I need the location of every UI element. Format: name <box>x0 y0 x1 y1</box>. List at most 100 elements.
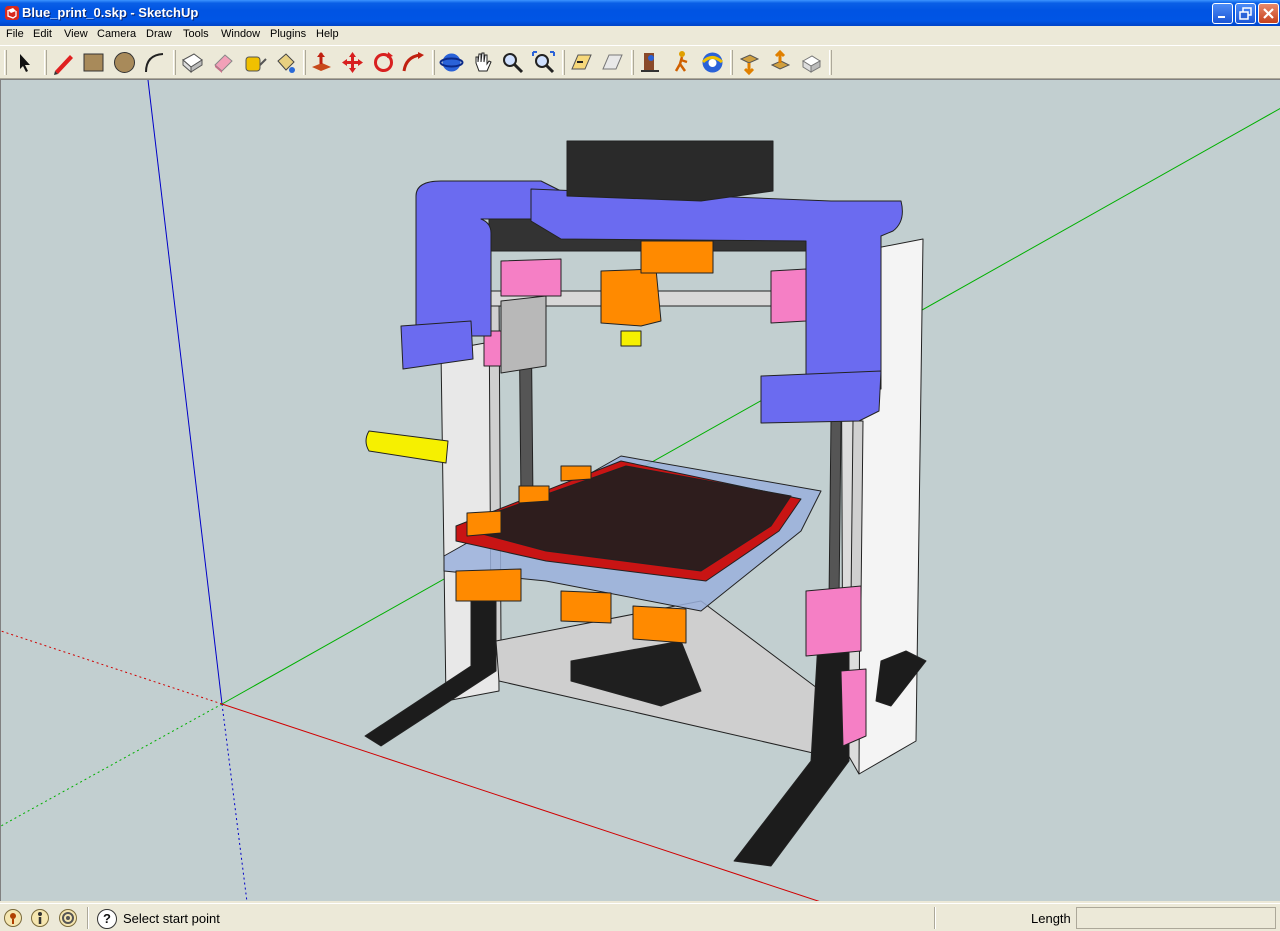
geo-location-status-button[interactable] <box>4 909 22 927</box>
orange-clip-2 <box>518 485 550 504</box>
get-models-button[interactable] <box>736 49 763 76</box>
user-icon <box>62 912 74 924</box>
look-around-button[interactable] <box>699 49 726 76</box>
blue-duct-top <box>530 188 903 392</box>
printer-model[interactable] <box>364 140 927 867</box>
menu-help[interactable]: Help <box>316 28 339 40</box>
help-icon[interactable]: ? <box>97 909 117 929</box>
silver-bracket <box>500 295 547 374</box>
move-icon <box>342 52 363 73</box>
orange-clip-1 <box>466 510 502 537</box>
share-model-button[interactable] <box>767 49 794 76</box>
minimize-button[interactable] <box>1212 3 1233 24</box>
orbit-icon <box>439 53 464 72</box>
paint-bucket-tool-button[interactable] <box>272 49 299 76</box>
rotate-icon <box>374 52 393 72</box>
rotate-tool-button[interactable] <box>370 49 397 76</box>
walk-tool-button[interactable] <box>668 49 695 76</box>
pan-icon <box>475 52 492 72</box>
blue-duct-right-outlet <box>760 370 882 424</box>
menu-draw[interactable]: Draw <box>146 28 172 40</box>
eraser-icon <box>214 54 233 73</box>
orbit-tool-button[interactable] <box>438 49 465 76</box>
orange-clip-3 <box>560 465 592 482</box>
menu-file[interactable]: File <box>6 28 24 40</box>
geo-location-icon <box>10 913 16 924</box>
window-title: Blue_print_0.skp - SketchUp <box>22 5 199 20</box>
push-pull-icon <box>312 52 331 71</box>
toolbar-grip[interactable] <box>173 50 176 75</box>
position-camera-button[interactable] <box>637 49 664 76</box>
share-component-icon <box>802 55 821 73</box>
model-canvas[interactable] <box>1 80 1280 901</box>
toolbar-grip[interactable] <box>562 50 565 75</box>
toolbar-grip[interactable] <box>432 50 435 75</box>
green-axis-negative <box>1 703 223 827</box>
menu-plugins[interactable]: Plugins <box>270 28 306 40</box>
right-rod <box>850 420 864 602</box>
model-viewport[interactable] <box>0 79 1280 901</box>
user-status-button[interactable] <box>59 909 77 927</box>
tape-measure-icon <box>245 56 267 72</box>
share-component-button[interactable] <box>798 49 825 76</box>
menu-bar: File Edit View Camera Draw Tools Window … <box>0 26 1280 45</box>
select-tool-button[interactable] <box>11 49 38 76</box>
tape-measure-tool-button[interactable] <box>241 49 268 76</box>
pencil-tool-button[interactable] <box>50 49 77 76</box>
credits-status-button[interactable] <box>31 909 49 927</box>
length-input[interactable] <box>1076 907 1276 929</box>
pencil-icon <box>54 55 73 75</box>
pink-bed-mount <box>805 585 862 657</box>
zoom-icon <box>503 53 524 74</box>
make-component-button[interactable] <box>179 49 206 76</box>
arc-tool-button[interactable] <box>141 49 168 76</box>
menu-tools[interactable]: Tools <box>183 28 209 40</box>
toolbar-grip[interactable] <box>829 50 832 75</box>
orange-bearing-3 <box>632 605 687 644</box>
circle-tool-button[interactable] <box>111 49 138 76</box>
status-hint-text: Select start point <box>123 911 220 926</box>
menu-window[interactable]: Window <box>221 28 260 40</box>
toolbar-grip[interactable] <box>303 50 306 75</box>
orange-bearing-2 <box>560 590 612 624</box>
rectangle-icon <box>83 53 104 72</box>
previous-view-icon <box>571 54 592 70</box>
menu-camera[interactable]: Camera <box>97 28 136 40</box>
left-foot <box>364 600 497 747</box>
follow-me-tool-button[interactable] <box>400 49 427 76</box>
close-button[interactable] <box>1258 3 1279 24</box>
hotend <box>620 330 642 347</box>
rectangle-tool-button[interactable] <box>80 49 107 76</box>
arc-icon <box>145 53 164 73</box>
extruder-carriage <box>600 268 662 327</box>
toolbar-grip[interactable] <box>631 50 634 75</box>
move-tool-button[interactable] <box>339 49 366 76</box>
follow-me-icon <box>402 52 424 72</box>
menu-view[interactable]: View <box>64 28 88 40</box>
next-view-button[interactable] <box>599 49 626 76</box>
zoom-tool-button[interactable] <box>499 49 526 76</box>
sketchup-logo-icon <box>4 5 20 21</box>
previous-view-button[interactable] <box>568 49 595 76</box>
eraser-tool-button[interactable] <box>210 49 237 76</box>
restore-button[interactable] <box>1235 3 1256 24</box>
make-component-icon <box>182 53 203 74</box>
credits-icon <box>38 912 42 924</box>
toolbar-grip[interactable] <box>730 50 733 75</box>
pan-tool-button[interactable] <box>469 49 496 76</box>
paint-bucket-icon <box>277 53 295 73</box>
right-screw <box>828 420 842 602</box>
menu-edit[interactable]: Edit <box>33 28 52 40</box>
push-pull-tool-button[interactable] <box>308 49 335 76</box>
look-around-icon <box>701 52 724 73</box>
length-label: Length <box>1031 911 1071 926</box>
zoom-extents-tool-button[interactable] <box>530 49 557 76</box>
pink-bracket-right <box>770 268 807 324</box>
status-bar: ? Select start point Length <box>0 903 1280 931</box>
toolbar-grip[interactable] <box>44 50 47 75</box>
walk-icon <box>674 51 688 72</box>
toolbar-grip[interactable] <box>4 50 7 75</box>
fan-box <box>566 140 774 202</box>
sketchup-window: Blue_print_0.skp - SketchUp File Edit Vi… <box>0 0 1280 931</box>
main-toolbar <box>0 45 1280 79</box>
